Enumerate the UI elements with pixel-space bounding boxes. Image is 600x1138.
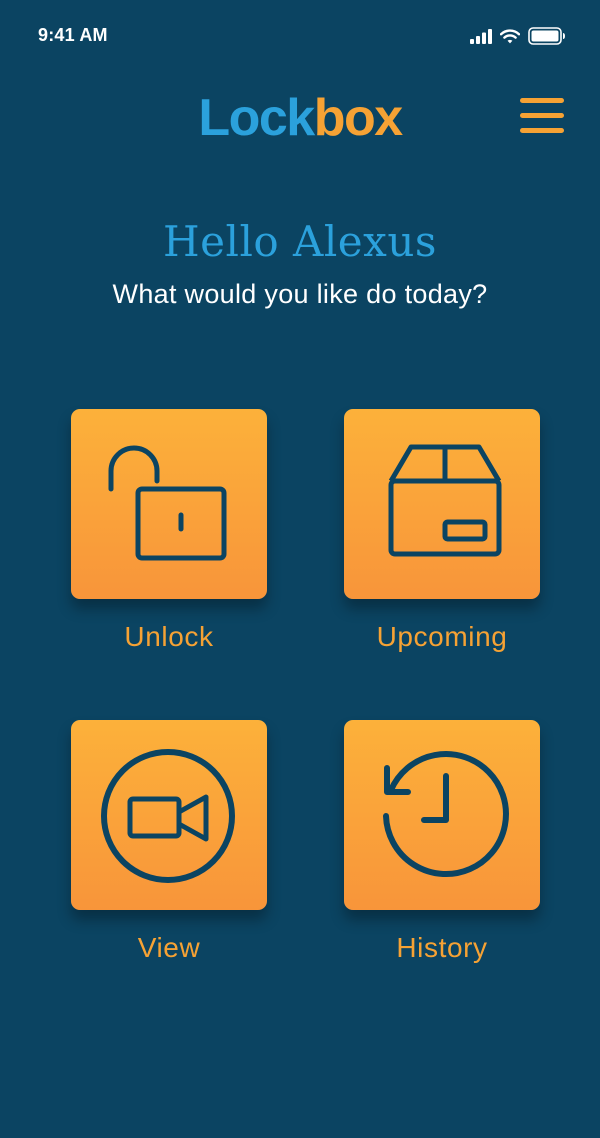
wifi-icon bbox=[500, 28, 520, 44]
cellular-signal-icon bbox=[470, 28, 492, 44]
upcoming-label[interactable]: Upcoming bbox=[312, 617, 572, 657]
lockbox-logo: Lockbox bbox=[0, 88, 600, 148]
app-header: Lockbox bbox=[0, 80, 600, 160]
history-button[interactable] bbox=[344, 720, 540, 910]
unlock-label[interactable]: Unlock bbox=[39, 617, 299, 657]
status-icons bbox=[470, 27, 566, 45]
status-bar: 9:41 AM bbox=[0, 0, 600, 72]
greeting-title: Hello Alexus bbox=[163, 217, 437, 266]
battery-icon bbox=[528, 27, 566, 45]
logo-text-box: box bbox=[313, 89, 403, 147]
status-time: 9:41 AM bbox=[38, 25, 108, 45]
menu-button[interactable] bbox=[520, 98, 564, 134]
upcoming-button[interactable] bbox=[344, 409, 540, 599]
view-label[interactable]: View bbox=[39, 928, 299, 968]
greeting-subtitle: What would you like do today? bbox=[112, 279, 488, 309]
hamburger-menu-icon bbox=[520, 98, 564, 134]
unlock-button[interactable] bbox=[71, 409, 267, 599]
history-label[interactable]: History bbox=[312, 928, 572, 968]
logo-text-lock: Lock bbox=[198, 89, 315, 147]
greeting-section: Hello Alexus What would you like do toda… bbox=[0, 212, 600, 314]
view-button[interactable] bbox=[71, 720, 267, 910]
